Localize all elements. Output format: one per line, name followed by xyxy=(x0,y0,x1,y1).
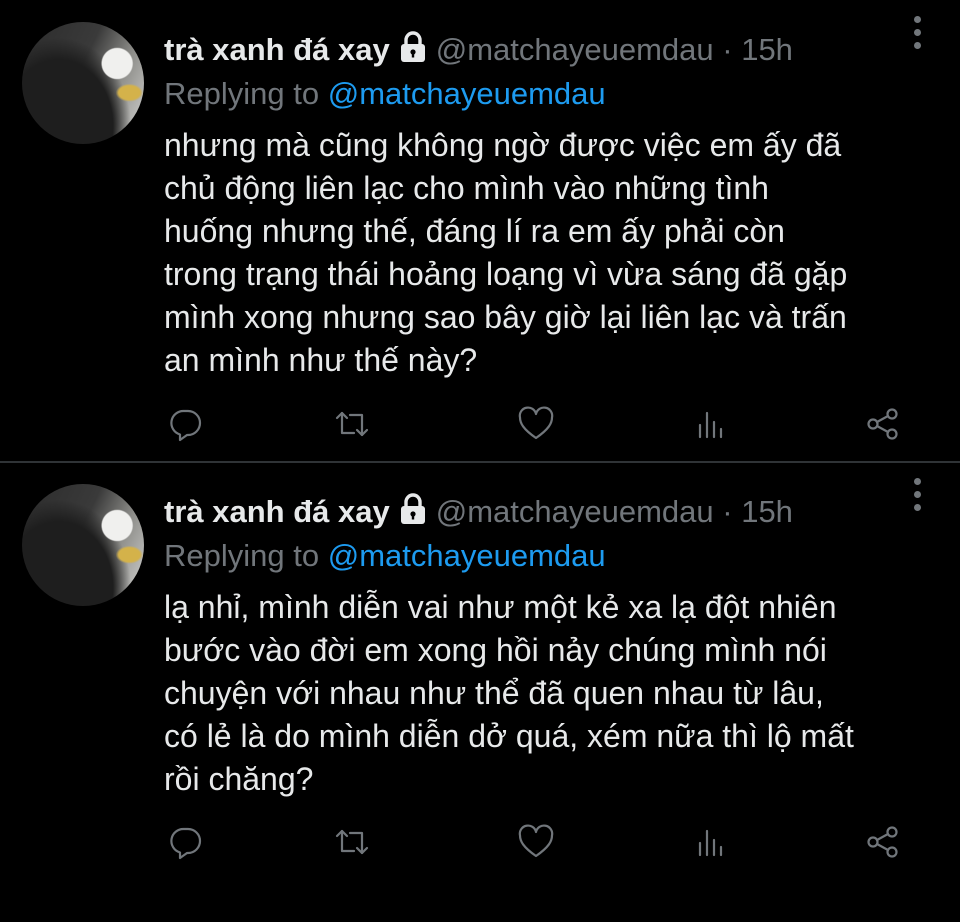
reply-icon xyxy=(170,827,202,860)
tweet-text-line: huống nhưng thế, đáng lí ra em ấy phải c… xyxy=(164,213,785,249)
tweet-header: trà xanh đá xay @matchayeuemdau · 15h xyxy=(164,488,954,536)
timestamp[interactable]: 15h xyxy=(741,32,793,67)
retweet-icon xyxy=(335,411,369,437)
share-button[interactable] xyxy=(861,402,905,446)
separator-dot: · xyxy=(722,32,733,67)
analytics-button[interactable] xyxy=(688,820,732,864)
reply-icon xyxy=(170,409,202,442)
timestamp[interactable]: 15h xyxy=(741,494,793,529)
share-icon xyxy=(867,826,898,858)
tweet[interactable]: trà xanh đá xay @matchayeuemdau · 15h Rep… xyxy=(0,0,960,460)
like-button[interactable] xyxy=(514,820,558,864)
analytics-button[interactable] xyxy=(688,402,732,446)
tweet-text-line: trong trạng thái hoảng loạng vì vừa sáng… xyxy=(164,256,848,292)
more-vertical-icon[interactable] xyxy=(910,478,924,514)
display-name[interactable]: trà xanh đá xay xyxy=(164,32,390,67)
tweet-text-line: lạ nhỉ, mình diễn vai như một kẻ xa lạ đ… xyxy=(164,589,837,625)
reply-button[interactable] xyxy=(164,402,208,446)
tweet-text: lạ nhỉ, mình diễn vai như một kẻ xa lạ đ… xyxy=(164,586,944,801)
tweet-text-line: rồi chăng? xyxy=(164,761,314,797)
more-vertical-icon[interactable] xyxy=(910,16,924,52)
tweet-actions xyxy=(164,402,904,446)
tweet-text-line: có lẻ là do mình diễn dở quá, xém nữa th… xyxy=(164,718,854,754)
replying-to: Replying to @matchayeuemdau xyxy=(164,72,606,116)
heart-icon xyxy=(518,824,554,858)
replying-prefix: Replying to xyxy=(164,538,320,573)
share-button[interactable] xyxy=(861,820,905,864)
tweet-feed: trà xanh đá xay @matchayeuemdau · 15h Rep… xyxy=(0,0,960,877)
tweet-text-line: an mình như thế này? xyxy=(164,342,478,378)
separator-dot: · xyxy=(722,494,733,529)
tweet[interactable]: trà xanh đá xay @matchayeuemdau · 15h Rep… xyxy=(0,462,960,922)
tweet-text-line: nhưng mà cũng không ngờ được việc em ấy … xyxy=(164,127,842,163)
like-button[interactable] xyxy=(514,402,558,446)
tweet-actions xyxy=(164,820,904,864)
analytics-icon xyxy=(698,411,723,439)
tweet-text: nhưng mà cũng không ngờ được việc em ấy … xyxy=(164,124,944,382)
replying-mention[interactable]: @matchayeuemdau xyxy=(328,76,606,111)
retweet-icon xyxy=(335,829,369,855)
analytics-icon xyxy=(698,829,723,857)
user-handle[interactable]: @matchayeuemdau xyxy=(436,494,714,529)
replying-mention[interactable]: @matchayeuemdau xyxy=(328,538,606,573)
tweet-text-line: chuyện với nhau như thể đã quen nhau từ … xyxy=(164,675,824,711)
heart-icon xyxy=(518,406,554,440)
avatar[interactable] xyxy=(22,22,144,144)
user-handle[interactable]: @matchayeuemdau xyxy=(436,32,714,67)
share-icon xyxy=(867,408,898,440)
retweet-button[interactable] xyxy=(330,820,374,864)
tweet-text-line: chủ động liên lạc cho mình vào những tìn… xyxy=(164,170,769,206)
tweet-text-line: mình xong nhưng sao bây giờ lại liên lạc… xyxy=(164,299,847,335)
lock-icon xyxy=(400,31,425,62)
replying-prefix: Replying to xyxy=(164,76,320,111)
replying-to: Replying to @matchayeuemdau xyxy=(164,534,606,578)
avatar[interactable] xyxy=(22,484,144,606)
lock-icon xyxy=(400,493,425,524)
reply-button[interactable] xyxy=(164,820,208,864)
tweet-header: trà xanh đá xay @matchayeuemdau · 15h xyxy=(164,26,954,74)
tweet-text-line: bước vào đời em xong hồi nảy chúng mình … xyxy=(164,632,827,668)
display-name[interactable]: trà xanh đá xay xyxy=(164,494,390,529)
retweet-button[interactable] xyxy=(330,402,374,446)
